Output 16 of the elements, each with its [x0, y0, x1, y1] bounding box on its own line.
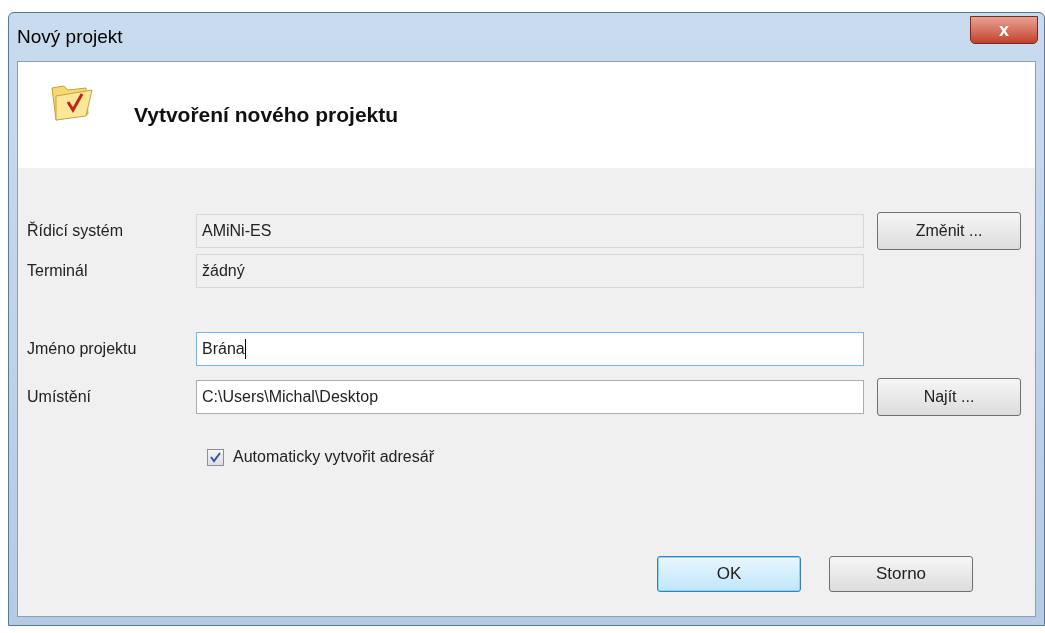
field-label: Umístění — [27, 387, 92, 407]
text-field[interactable]: Brána — [196, 332, 864, 366]
window-title: Nový projekt — [17, 24, 123, 49]
header-title: Vytvoření nového projektu — [134, 102, 399, 129]
browse-button[interactable]: Najít ... — [877, 378, 1021, 416]
checkbox[interactable] — [207, 448, 224, 466]
text-field[interactable]: C:\Users\Michal\Desktop — [196, 380, 864, 414]
dialog-button[interactable]: OK — [657, 556, 801, 592]
field-label: Řídicí systém — [27, 220, 124, 241]
browse-button[interactable]: Změnit ... — [877, 212, 1021, 250]
check-icon — [210, 451, 221, 463]
field-label: Jméno projektu — [27, 339, 138, 359]
checkbox-label: Automaticky vytvořit adresář — [233, 447, 434, 467]
text-cursor — [244, 339, 246, 359]
dialog-button[interactable]: Storno — [829, 556, 973, 592]
field-label: Terminál — [27, 261, 89, 281]
